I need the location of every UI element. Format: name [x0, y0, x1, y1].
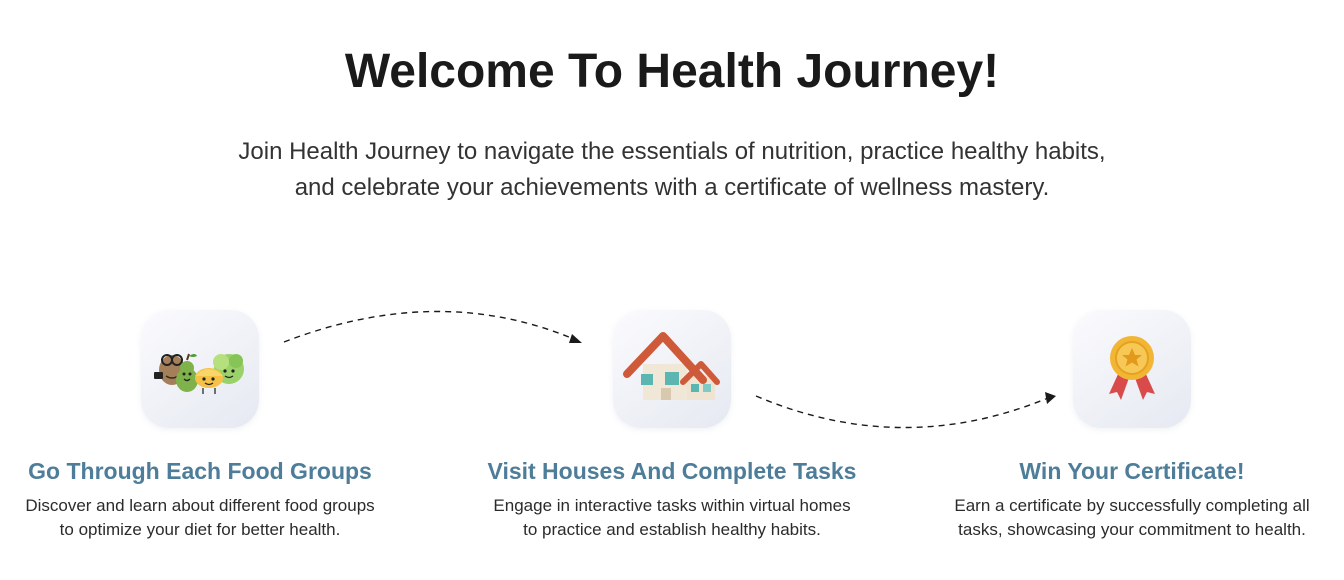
step-desc-line-1: Earn a certificate by successfully compl…	[954, 496, 1310, 515]
house-icon	[613, 310, 731, 428]
step-desc-line-1: Discover and learn about different food …	[25, 496, 375, 515]
step-desc-line-2: to optimize your diet for better health.	[59, 520, 341, 539]
step-desc-certificate: Earn a certificate by successfully compl…	[932, 494, 1332, 542]
page-title: Welcome To Health Journey!	[344, 45, 1000, 98]
welcome-page: Welcome To Health Journey! Join Health J…	[0, 0, 1344, 580]
step-desc-food-groups: Discover and learn about different food …	[0, 494, 400, 542]
step-certificate: Win Your Certificate! Earn a certificate…	[932, 310, 1332, 542]
step-desc-line-2: tasks, showcasing your commitment to hea…	[958, 520, 1306, 539]
subtitle-line-2: and celebrate your achievements with a c…	[294, 174, 1050, 201]
step-desc-visit-houses: Engage in interactive tasks within virtu…	[472, 494, 872, 542]
step-desc-line-1: Engage in interactive tasks within virtu…	[493, 496, 851, 515]
subtitle-line-1: Join Health Journey to navigate the esse…	[238, 138, 1106, 165]
food-characters-icon	[141, 310, 259, 428]
step-desc-line-2: to practice and establish healthy habits…	[523, 520, 821, 539]
step-title-certificate: Win Your Certificate!	[1019, 458, 1245, 484]
step-title-food-groups: Go Through Each Food Groups	[28, 458, 372, 484]
step-title-visit-houses: Visit Houses And Complete Tasks	[487, 458, 857, 484]
step-visit-houses: Visit Houses And Complete Tasks Engage i…	[472, 310, 872, 542]
medal-icon	[1073, 310, 1191, 428]
page-subtitle: Join Health Journey to navigate the esse…	[0, 134, 1344, 206]
step-food-groups: Go Through Each Food Groups Discover and…	[0, 310, 400, 542]
